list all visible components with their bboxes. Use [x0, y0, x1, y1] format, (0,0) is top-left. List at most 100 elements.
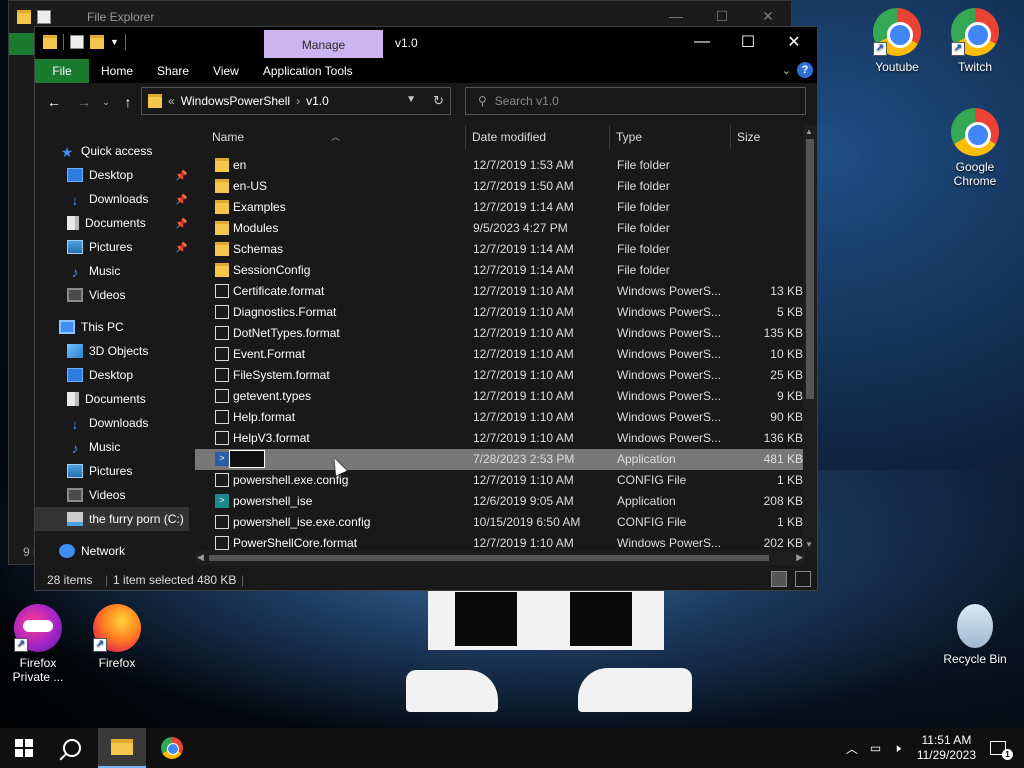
clock[interactable]: 11:51 AM 11/29/2023 — [917, 733, 976, 763]
taskbar-file-explorer[interactable] — [98, 728, 146, 768]
maximize-button[interactable]: ☐ — [725, 27, 771, 57]
help-icon[interactable]: ? — [797, 62, 813, 78]
table-row[interactable]: Event.Format 12/7/2019 1:10 AM Windows Pow… — [195, 344, 805, 365]
file-list[interactable]: ︿ Name Date modified Type Size en 12/7/20… — [195, 121, 817, 567]
start-button[interactable] — [0, 728, 48, 768]
table-row[interactable]: Modules 9/5/2023 4:27 PM File folder — [195, 218, 805, 239]
close-button[interactable]: ✕ — [771, 27, 817, 57]
table-row[interactable]: HelpV3.format 12/7/2019 1:10 AM Windows Po… — [195, 428, 805, 449]
table-row[interactable]: Diagnostics.Format 12/7/2019 1:10 AM Windo… — [195, 302, 805, 323]
sidebar-item-documents[interactable]: Documents — [67, 211, 146, 235]
table-row[interactable]: FileSystem.format 12/7/2019 1:10 AM Window… — [195, 365, 805, 386]
scroll-right-icon[interactable]: ▶ — [796, 552, 803, 563]
chevron-up-icon[interactable]: ︿ — [846, 740, 858, 757]
taskbar-search-button[interactable] — [48, 728, 96, 768]
properties-icon[interactable] — [70, 35, 84, 49]
table-row[interactable]: en-US 12/7/2019 1:50 AM File folder — [195, 176, 805, 197]
horizontal-scrollbar[interactable]: ◀ ▶ — [195, 551, 805, 565]
search-box[interactable]: ⚲ — [465, 87, 806, 115]
address-overflow[interactable]: « — [168, 94, 175, 108]
desktop-icon-firefox[interactable]: ↗ Firefox — [80, 604, 154, 670]
table-row[interactable]: Examples 12/7/2019 1:14 AM File folder — [195, 197, 805, 218]
scroll-left-icon[interactable]: ◀ — [197, 552, 204, 563]
forward-button[interactable]: → — [73, 91, 95, 113]
table-row[interactable]: en 12/7/2019 1:53 AM File folder — [195, 155, 805, 176]
column-divider[interactable] — [465, 125, 466, 149]
table-row[interactable]: Certificate.format 12/7/2019 1:10 AM Windo… — [195, 281, 805, 302]
sidebar-item-3d-objects[interactable]: 3D Objects — [67, 339, 148, 363]
refresh-icon[interactable]: ↻ — [433, 93, 444, 109]
scroll-down-icon[interactable]: ▼ — [805, 540, 813, 549]
column-date-modified[interactable]: Date modified — [472, 130, 546, 144]
chevron-down-icon[interactable]: ▼ — [406, 94, 416, 105]
tab-application-tools[interactable]: Application Tools — [251, 59, 365, 83]
table-row[interactable]: powershell.exe.config 12/7/2019 1:10 AM CO… — [195, 470, 805, 491]
sidebar-item-documents-pc[interactable]: Documents — [67, 387, 146, 411]
sidebar-item-downloads[interactable]: ↓ Downloads — [67, 187, 149, 211]
table-row[interactable]: powershell_ise.exe.config 10/15/2019 6:50… — [195, 512, 805, 533]
scrollbar-thumb[interactable] — [806, 139, 814, 399]
sidebar-item-drive-c[interactable]: the furry porn (C:) — [35, 507, 189, 531]
chevron-down-icon[interactable]: ▼ — [110, 37, 119, 47]
sidebar-item-quick-access[interactable]: ★ Quick access — [59, 139, 153, 163]
tab-view[interactable]: View — [201, 59, 251, 83]
sidebar-item-music-pc[interactable]: ♪ Music — [67, 435, 121, 459]
explorer-window[interactable]: ▼ Manage v1.0 — ☐ ✕ File Home Share View… — [34, 26, 818, 591]
column-divider[interactable] — [609, 125, 610, 149]
volume-muted-icon[interactable]: 🕨 — [893, 741, 901, 756]
notification-icon[interactable]: 1 — [990, 741, 1013, 760]
tab-file[interactable]: File — [35, 59, 89, 83]
table-row[interactable]: > powershell_ise 12/6/2019 9:05 AM Applicat… — [195, 491, 805, 512]
up-button[interactable]: ↑ — [117, 91, 139, 113]
breadcrumb-windowspowershell[interactable]: WindowsPowerShell — [181, 94, 290, 108]
breadcrumb-separator[interactable]: › — [296, 94, 300, 108]
network-icon[interactable]: ▭ — [870, 741, 881, 755]
table-row[interactable]: SessionConfig 12/7/2019 1:14 AM File folde… — [195, 260, 805, 281]
table-row[interactable]: >7/28/2023 2:53 PM Application 481 KB — [195, 449, 805, 470]
desktop-icon-google-chrome[interactable]: Google Chrome — [938, 108, 1012, 188]
table-row[interactable]: DotNetTypes.format 12/7/2019 1:10 AM Windo… — [195, 323, 805, 344]
sidebar-item-pictures[interactable]: Pictures — [67, 235, 132, 259]
scroll-up-icon[interactable]: ▲ — [805, 127, 813, 136]
sidebar-item-pictures-pc[interactable]: Pictures — [67, 459, 132, 483]
large-icons-view-button[interactable] — [795, 571, 811, 587]
desktop-icon-youtube[interactable]: ↗ Youtube — [860, 8, 934, 74]
recent-locations-button[interactable]: ⌄ — [95, 91, 117, 113]
taskbar-chrome[interactable] — [148, 728, 196, 768]
expand-ribbon-icon[interactable]: ⌄ — [782, 64, 791, 77]
new-folder-icon[interactable] — [90, 35, 104, 49]
sidebar-item-this-pc[interactable]: This PC — [59, 315, 124, 339]
column-size[interactable]: Size — [737, 130, 760, 144]
titlebar[interactable]: ▼ Manage v1.0 — ☐ ✕ — [35, 27, 817, 59]
tab-share[interactable]: Share — [145, 59, 201, 83]
sidebar-item-downloads-pc[interactable]: ↓ Downloads — [67, 411, 149, 435]
vertical-scrollbar[interactable]: ▲ ▼ — [803, 125, 817, 551]
column-divider[interactable] — [730, 125, 731, 149]
scrollbar-thumb[interactable] — [209, 555, 769, 561]
details-view-button[interactable] — [771, 571, 787, 587]
rename-input[interactable] — [229, 450, 265, 468]
column-type[interactable]: Type — [616, 130, 642, 144]
wallpaper-eye-left — [455, 592, 517, 646]
desktop-icon-twitch[interactable]: ↗ Twitch — [938, 8, 1012, 74]
table-row[interactable]: Help.format 12/7/2019 1:10 AM Windows Powe… — [195, 407, 805, 428]
back-button[interactable]: ← — [43, 91, 65, 113]
sidebar-item-network[interactable]: Network — [59, 539, 125, 563]
desktop-icon-recycle-bin[interactable]: Recycle Bin — [938, 604, 1012, 666]
address-bar[interactable]: « WindowsPowerShell › v1.0 ▼ ↻ — [141, 87, 451, 115]
sidebar-item-videos-pc[interactable]: Videos — [67, 483, 125, 507]
sidebar-item-desktop-pc[interactable]: Desktop — [67, 363, 133, 387]
sidebar-item-music[interactable]: ♪ Music — [67, 259, 121, 283]
minimize-button[interactable]: — — [679, 27, 725, 57]
sidebar-item-desktop[interactable]: Desktop — [67, 163, 133, 187]
column-name[interactable]: Name — [212, 130, 244, 144]
desktop-icon-firefox-private[interactable]: ↗ Firefox Private ... — [1, 604, 75, 684]
table-row[interactable]: Schemas 12/7/2019 1:14 AM File folder — [195, 239, 805, 260]
manage-contextual-tab[interactable]: Manage — [264, 30, 383, 58]
table-row[interactable]: getevent.types 12/7/2019 1:10 AM Windows P… — [195, 386, 805, 407]
background-file-tab[interactable] — [9, 33, 35, 55]
tab-home[interactable]: Home — [89, 59, 145, 83]
search-input[interactable] — [494, 94, 775, 108]
breadcrumb-v1[interactable]: v1.0 — [306, 94, 329, 108]
sidebar-item-videos[interactable]: Videos — [67, 283, 125, 307]
